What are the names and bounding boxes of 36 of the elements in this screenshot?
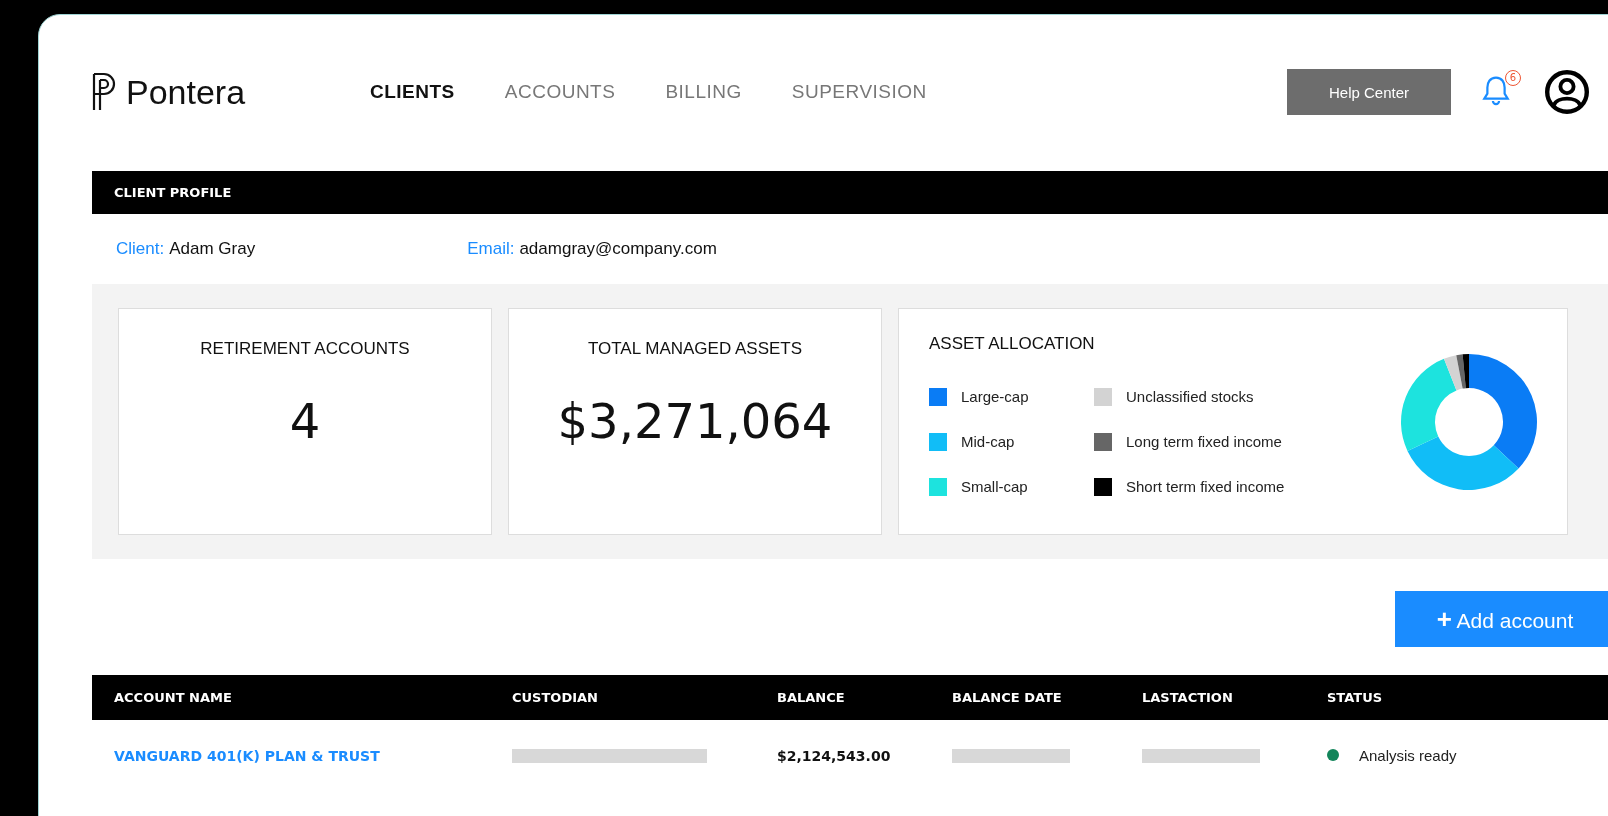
user-avatar-icon[interactable] <box>1545 70 1589 114</box>
status-text: Analysis ready <box>1359 746 1457 764</box>
add-account-button[interactable]: + Add account <box>1395 591 1608 647</box>
column-header: CUSTODIAN <box>512 690 599 705</box>
account-name-link[interactable]: VANGUARD 401(K) PLAN & TRUST <box>114 747 380 764</box>
email-label: Email: <box>467 239 515 259</box>
column-header: STATUS <box>1327 690 1384 705</box>
client-email: adamgray@company.com <box>519 239 717 259</box>
nav-tab[interactable]: CLIENTS <box>370 81 455 103</box>
stat-value: $3,271,064 <box>557 393 833 449</box>
client-profile-header: CLIENT PROFILE <box>92 171 1608 214</box>
legend-label: Small-cap <box>961 478 1028 495</box>
notification-badge: 6 <box>1505 70 1521 86</box>
legend-label: Large-cap <box>961 388 1029 405</box>
help-center-button[interactable]: Help Center <box>1287 69 1451 115</box>
legend-label: Short term fixed income <box>1126 478 1285 495</box>
client-name: Adam Gray <box>169 239 256 259</box>
column-header: BALANCE <box>777 690 846 705</box>
legend-label: Long term fixed income <box>1126 433 1282 450</box>
stat-title: RETIREMENT ACCOUNTS <box>200 339 410 359</box>
nav-tab[interactable]: BILLING <box>665 81 742 103</box>
legend-label: Unclassified stocks <box>1126 388 1254 405</box>
stat-title: TOTAL MANAGED ASSETS <box>587 339 803 359</box>
logo-icon <box>92 72 118 112</box>
asset-allocation-title: ASSET ALLOCATION <box>929 334 1096 354</box>
logo-text: Pontera <box>126 72 246 112</box>
legend-label: Mid-cap <box>961 433 1015 450</box>
nav-tab[interactable]: SUPERVISION <box>791 81 927 103</box>
column-header: LASTACTION <box>1142 690 1234 705</box>
nav-tab[interactable]: ACCOUNTS <box>504 81 616 103</box>
balance-cell: $2,124,543.00 <box>777 747 891 764</box>
stat-value: 4 <box>289 393 321 449</box>
column-header: ACCOUNT NAME <box>113 690 233 705</box>
client-label: Client: <box>116 239 165 259</box>
column-header: BALANCE DATE <box>952 690 1063 705</box>
bell-icon[interactable] <box>1481 74 1511 106</box>
